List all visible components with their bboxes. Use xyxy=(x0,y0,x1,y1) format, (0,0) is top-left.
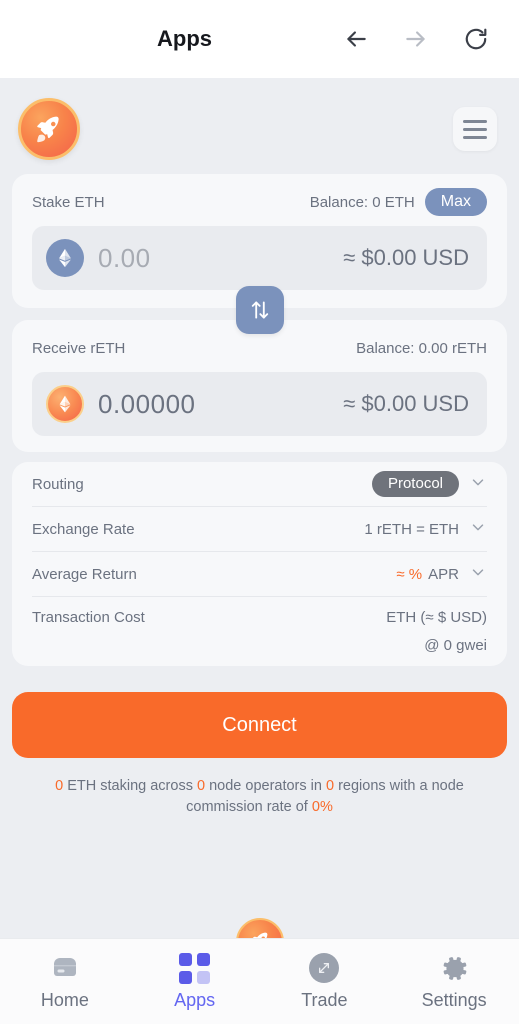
stake-label: Stake ETH xyxy=(32,193,105,211)
rocket-pool-logo[interactable] xyxy=(18,98,80,160)
browser-nav-buttons xyxy=(343,26,489,52)
detail-row-average-return[interactable]: Average Return ≈ % APR xyxy=(32,552,487,597)
stake-balance-group: Balance: 0 ETH Max xyxy=(310,188,487,216)
tab-settings-label: Settings xyxy=(421,990,487,1010)
average-return-unit: APR xyxy=(428,565,459,583)
transaction-cost-value: ETH (≈ $ USD) xyxy=(386,608,487,626)
ethereum-icon xyxy=(46,239,84,277)
receive-card: Receive rETH Balance: 0.00 rETH 0.00000 … xyxy=(12,320,507,452)
forward-button[interactable] xyxy=(403,26,429,52)
protocol-stats-text: 0 ETH staking across 0 node operators in… xyxy=(30,776,489,818)
detail-row-transaction-cost: Transaction Cost ETH (≈ $ USD) xyxy=(32,597,487,637)
stake-amount-input[interactable]: 0.00 xyxy=(98,243,151,274)
transaction-cost-label: Transaction Cost xyxy=(32,608,145,626)
average-return-value-group: ≈ % APR xyxy=(396,563,487,585)
exchange-rate-label: Exchange Rate xyxy=(32,520,135,538)
tab-home-label: Home xyxy=(40,990,89,1010)
receive-amount-value[interactable]: 0.00000 xyxy=(98,389,195,420)
receive-card-header: Receive rETH Balance: 0.00 rETH xyxy=(32,334,487,362)
stake-card-header: Stake ETH Balance: 0 ETH Max xyxy=(32,188,487,216)
tab-apps[interactable]: Apps xyxy=(140,952,250,1011)
app-header xyxy=(0,78,519,174)
tab-home[interactable]: Home xyxy=(10,953,120,1011)
stat-commission: 0% xyxy=(311,799,333,816)
hamburger-menu-icon[interactable] xyxy=(453,107,497,151)
stat-part1: ETH staking across xyxy=(63,778,197,794)
stake-balance: Balance: 0 ETH xyxy=(309,193,415,211)
stake-amount-row[interactable]: 0.00 ≈ $0.00 USD xyxy=(32,226,487,290)
tab-trade-label: Trade xyxy=(301,990,348,1010)
stake-usd-value: ≈ $0.00 USD xyxy=(343,245,469,270)
receive-amount-row[interactable]: 0.00000 ≈ $0.00 USD xyxy=(32,372,487,436)
reload-button[interactable] xyxy=(463,26,489,52)
stat-operators: 0 xyxy=(196,778,206,794)
tab-trade[interactable]: Trade xyxy=(269,953,379,1011)
detail-row-routing[interactable]: Routing Protocol xyxy=(32,462,487,507)
back-button[interactable] xyxy=(343,26,369,52)
reth-icon xyxy=(46,385,84,423)
detail-row-exchange-rate[interactable]: Exchange Rate 1 rETH = ETH xyxy=(32,507,487,552)
exchange-rate-value: 1 rETH = ETH xyxy=(364,520,459,538)
swap-vertical-icon[interactable] xyxy=(235,286,284,334)
chevron-down-icon[interactable] xyxy=(469,563,487,585)
gas-price-value: @ 0 gwei xyxy=(424,637,487,654)
average-return-rate: ≈ % xyxy=(396,565,423,583)
home-icon xyxy=(50,953,80,983)
routing-protocol-badge[interactable]: Protocol xyxy=(371,471,459,497)
app-content: Stake ETH Balance: 0 ETH Max 0.00 ≈ $0.0… xyxy=(0,78,519,1024)
stat-eth-amount: 0 xyxy=(55,778,64,794)
bottom-tab-bar: Home Apps Trade Settings xyxy=(0,938,519,1024)
routing-value-group: Protocol xyxy=(371,471,487,497)
tab-apps-label: Apps xyxy=(174,990,216,1010)
stake-amount-left: 0.00 xyxy=(46,239,151,277)
exchange-rate-value-group: 1 rETH = ETH xyxy=(364,518,487,540)
average-return-label: Average Return xyxy=(32,565,137,583)
connect-button[interactable]: Connect xyxy=(12,692,507,758)
chevron-down-icon[interactable] xyxy=(469,473,487,495)
gwei-row: @ 0 gwei xyxy=(32,637,487,666)
app-screen: Apps Stake ETH Balance: 0 ETH Max 0.00 ≈… xyxy=(0,0,519,1024)
tab-settings[interactable]: Settings xyxy=(399,953,509,1011)
stat-part2: node operators in xyxy=(205,778,326,794)
apps-grid-icon xyxy=(179,952,211,984)
transaction-details-card: Routing Protocol Exchange Rate 1 rETH = … xyxy=(12,462,507,666)
receive-usd-value: ≈ $0.00 USD xyxy=(343,391,469,416)
receive-amount-left: 0.00000 xyxy=(46,385,195,423)
browser-chrome: Apps xyxy=(0,0,519,78)
trade-expand-icon xyxy=(309,953,340,983)
receive-balance: Balance: 0.00 rETH xyxy=(356,339,487,357)
chevron-down-icon[interactable] xyxy=(469,518,487,540)
gear-icon xyxy=(440,953,469,983)
routing-label: Routing xyxy=(32,475,84,493)
receive-label: Receive rETH xyxy=(32,339,126,357)
stat-regions: 0 xyxy=(325,778,335,794)
max-button[interactable]: Max xyxy=(424,188,487,216)
